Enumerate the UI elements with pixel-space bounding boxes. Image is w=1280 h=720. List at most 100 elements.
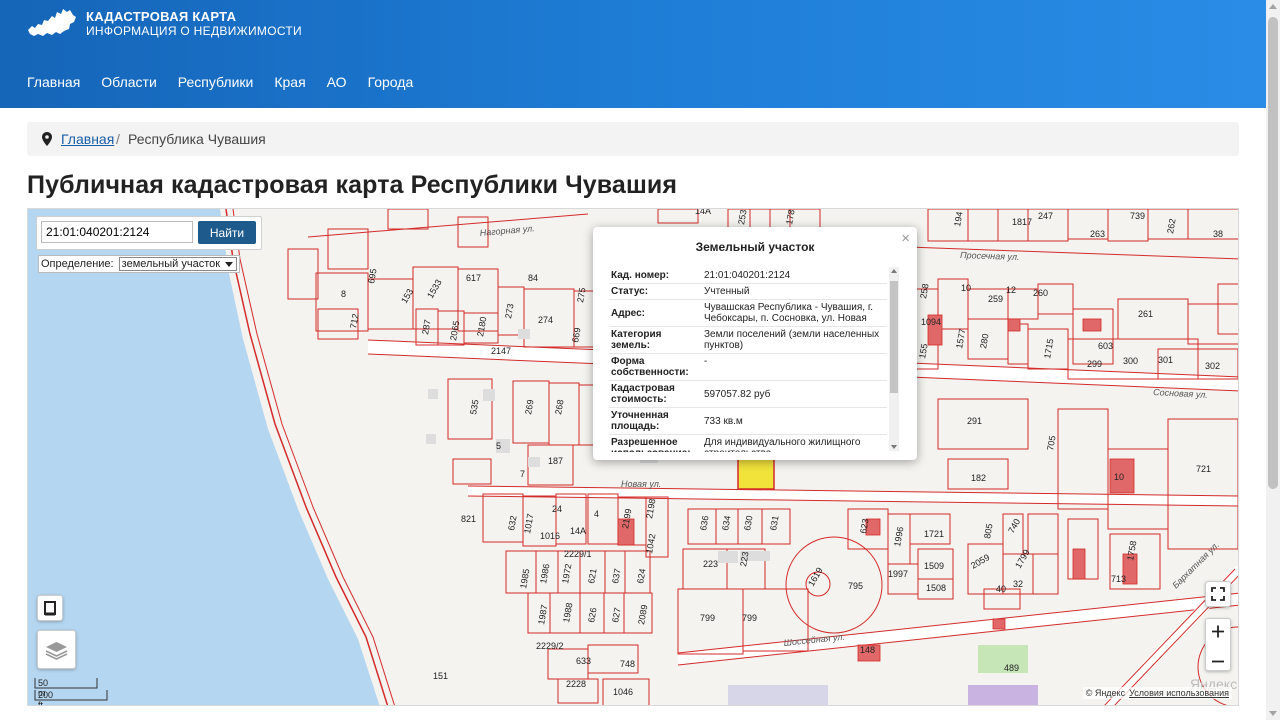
popup-title: Земельный участок <box>695 240 815 254</box>
nav-item-ao[interactable]: АО <box>327 74 347 90</box>
chevron-down-icon <box>225 262 234 267</box>
table-row: Уточненная площадь: 733 кв.м <box>609 408 887 435</box>
brand-subtitle[interactable]: ИНФОРМАЦИЯ О НЕДВИЖИМОСТИ <box>86 24 302 38</box>
svg-text:1986: 1986 <box>538 563 551 584</box>
svg-text:634: 634 <box>720 515 732 532</box>
table-row: Адрес: Чувашская Республика - Чувашия, г.… <box>609 300 887 327</box>
svg-text:1016: 1016 <box>540 531 560 541</box>
svg-text:269: 269 <box>523 399 535 416</box>
ruler-button[interactable] <box>37 595 63 621</box>
svg-text:624: 624 <box>635 568 647 585</box>
scroll-up-icon[interactable] <box>1269 4 1277 9</box>
popup-scroll-thumb[interactable] <box>890 281 898 393</box>
scroll-up-icon[interactable] <box>891 269 897 273</box>
svg-text:253: 253 <box>736 209 748 225</box>
scroll-down-icon[interactable] <box>1269 711 1277 716</box>
svg-text:1817: 1817 <box>1012 217 1032 227</box>
svg-text:223: 223 <box>738 551 750 568</box>
svg-text:721: 721 <box>1196 464 1211 474</box>
svg-text:299: 299 <box>1087 359 1102 369</box>
layers-button[interactable] <box>37 630 76 669</box>
svg-text:805: 805 <box>982 523 994 540</box>
svg-text:1533: 1533 <box>425 278 444 300</box>
svg-text:8: 8 <box>341 289 346 299</box>
svg-text:636: 636 <box>698 515 710 532</box>
nav-item-home[interactable]: Главная <box>27 74 80 90</box>
nav-item-regions[interactable]: Области <box>101 74 156 90</box>
fullscreen-button[interactable] <box>1205 581 1231 607</box>
brand-title[interactable]: КАДАСТРОВАЯ КАРТА <box>86 9 236 24</box>
nav-item-cities[interactable]: Города <box>368 74 414 90</box>
svg-text:631: 631 <box>768 515 780 532</box>
layers-icon <box>45 642 68 660</box>
svg-text:1987: 1987 <box>536 604 549 625</box>
svg-text:2228: 2228 <box>566 679 586 689</box>
svg-text:182: 182 <box>971 473 986 483</box>
svg-text:626: 626 <box>586 607 598 624</box>
svg-text:302: 302 <box>1205 361 1220 371</box>
zoom-in-icon[interactable] <box>1206 619 1230 644</box>
river-water <box>28 209 380 705</box>
svg-text:617: 617 <box>466 273 481 283</box>
svg-text:1042: 1042 <box>644 533 657 554</box>
svg-text:695: 695 <box>366 268 378 285</box>
selected-parcel[interactable] <box>737 458 775 490</box>
svg-text:291: 291 <box>967 416 982 426</box>
page-scrollbar[interactable] <box>1266 0 1280 720</box>
table-row: Кад. номер: 21:01:040201:2124 <box>609 267 887 284</box>
location-pin-icon <box>42 132 52 149</box>
find-button[interactable]: Найти <box>198 221 256 244</box>
definition-label: Определение: <box>41 258 114 270</box>
zoom-out-icon[interactable] <box>1206 649 1230 674</box>
svg-text:194: 194 <box>952 211 964 228</box>
svg-text:151: 151 <box>433 671 448 681</box>
svg-text:713: 713 <box>1111 574 1126 584</box>
svg-text:Сосновая ул.: Сосновая ул. <box>1153 387 1208 400</box>
breadcrumb-separator: / <box>116 131 120 147</box>
svg-text:275: 275 <box>575 287 587 304</box>
cadastral-search: Найти <box>36 216 262 250</box>
ruler-icon <box>44 601 56 616</box>
svg-text:40: 40 <box>996 584 1006 594</box>
svg-text:12: 12 <box>1006 285 1016 295</box>
svg-text:268: 268 <box>553 399 565 416</box>
nav-item-krais[interactable]: Края <box>274 74 305 90</box>
svg-text:261: 261 <box>1138 309 1153 319</box>
terms-link[interactable]: Условия использования <box>1129 688 1229 698</box>
cadastral-number-input[interactable] <box>41 221 193 243</box>
table-row: Категория земель: Земли поселений (земли … <box>609 327 887 354</box>
svg-text:2180: 2180 <box>475 316 488 337</box>
breadcrumb-home-link[interactable]: Главная <box>61 131 114 147</box>
russia-map-logo-icon[interactable] <box>26 6 78 45</box>
popup-scrollbar[interactable] <box>889 267 899 451</box>
svg-text:262: 262 <box>1165 218 1177 235</box>
svg-text:2059: 2059 <box>969 552 991 571</box>
cadastral-map[interactable]: 617 84 153 1533 712 695 8 287 2065 2180 273 27… <box>27 208 1239 706</box>
svg-text:14А: 14А <box>695 209 711 216</box>
svg-text:1972: 1972 <box>560 563 573 584</box>
svg-text:1715: 1715 <box>1042 338 1055 359</box>
svg-text:712: 712 <box>348 313 360 330</box>
svg-text:1721: 1721 <box>924 529 944 539</box>
svg-text:748: 748 <box>620 659 635 669</box>
scroll-thumb[interactable] <box>1268 17 1278 489</box>
nav-item-republics[interactable]: Республики <box>178 74 254 90</box>
svg-text:1509: 1509 <box>924 561 944 571</box>
svg-text:2229/1: 2229/1 <box>564 549 592 559</box>
svg-text:301: 301 <box>1158 355 1173 365</box>
breadcrumb-current: Республика Чувашия <box>128 131 266 147</box>
svg-text:274: 274 <box>538 315 553 325</box>
svg-text:Новая ул.: Новая ул. <box>621 479 661 489</box>
parcel-info-table: Кад. номер: 21:01:040201:2124 Статус: Учте… <box>609 267 887 452</box>
svg-text:263: 263 <box>1090 229 1105 239</box>
svg-text:1985: 1985 <box>518 568 531 589</box>
scroll-down-icon[interactable] <box>891 445 897 449</box>
svg-text:287: 287 <box>420 319 432 336</box>
svg-text:1787: 1787 <box>784 209 797 225</box>
table-row: Кадастровая стоимость: 597057.82 руб <box>609 381 887 408</box>
svg-text:84: 84 <box>528 273 538 283</box>
definition-selected-value: земельный участок <box>121 258 221 270</box>
definition-select[interactable]: земельный участок <box>118 257 238 271</box>
svg-text:1799: 1799 <box>1013 548 1032 570</box>
svg-text:38: 38 <box>1213 229 1223 239</box>
